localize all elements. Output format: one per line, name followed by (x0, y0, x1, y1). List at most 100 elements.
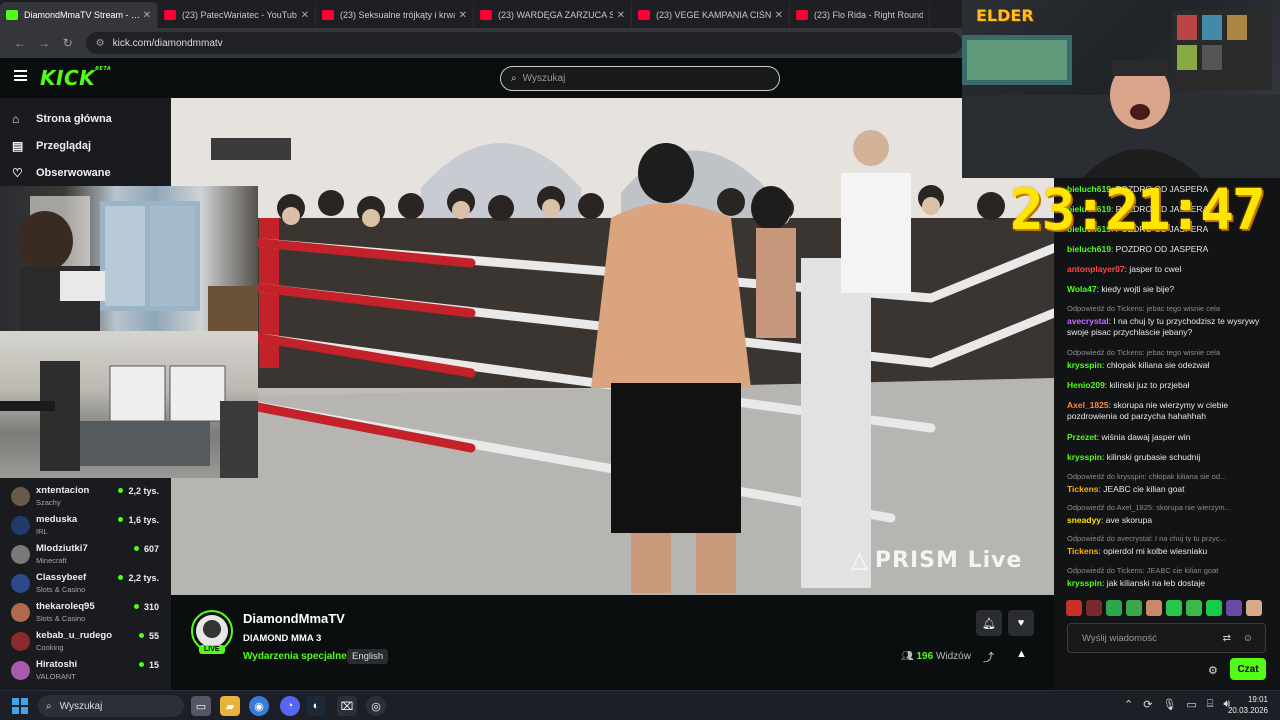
sidebar-channel[interactable]: Hiratoshi VALORANT 15 (11, 658, 163, 686)
chat-input[interactable]: Wyślij wiadomość ⇄ ☺ (1067, 623, 1266, 653)
share-icon[interactable]: ⤴ (983, 649, 994, 665)
network-icon[interactable]: ⌸ (1207, 698, 1214, 711)
app-icon[interactable]: ⌧ (337, 696, 357, 716)
close-icon[interactable]: ✕ (301, 10, 309, 21)
sidebar-channel[interactable]: meduska IRL 1,6 tys. (11, 513, 163, 541)
send-chat-button[interactable]: Czat (1230, 658, 1266, 680)
chat-username[interactable]: avecrystal (1067, 316, 1109, 326)
sidebar-item-label: Strona główna (36, 113, 112, 125)
chat-username[interactable]: krysspin (1067, 360, 1102, 370)
chat-username[interactable]: Henio209 (1067, 380, 1105, 390)
chevron-up-icon[interactable]: ⌃ (1124, 698, 1133, 711)
emote-icon[interactable] (1146, 600, 1162, 616)
chat-username[interactable]: Wola47 (1067, 284, 1097, 294)
report-icon[interactable]: ▲ (1016, 648, 1027, 660)
emote-icon[interactable] (1086, 600, 1102, 616)
clock-date: 20.03.2026 (1227, 706, 1268, 715)
viewer-count: 👥︎ 196 Widzów (901, 651, 971, 662)
steam-icon[interactable]: ◐ (306, 696, 326, 716)
windows-start-icon[interactable] (12, 698, 28, 714)
stream-title: DIAMOND MMA 3 (243, 633, 322, 644)
youtube-favicon-icon (480, 10, 492, 20)
sidebar-item-following[interactable]: ♡ Obserwowane (12, 166, 111, 180)
boxing-ring-scene (171, 98, 1054, 595)
emote-icon[interactable] (1206, 600, 1222, 616)
notification-button[interactable]: 🔔︎ (976, 610, 1002, 636)
close-icon[interactable]: ✕ (143, 10, 151, 21)
discord-icon[interactable]: ◔ (280, 696, 300, 716)
task-view-icon[interactable]: ▭ (191, 696, 211, 716)
emote-icon[interactable] (1066, 600, 1082, 616)
sidebar-channel[interactable]: Classybeef Slots & Casino 2,2 tys. (11, 571, 163, 599)
kick-logo[interactable]: KICKBETA (40, 66, 111, 90)
sidebar-item-home[interactable]: ⌂ Strona główna (12, 112, 112, 126)
chat-message: antonplayer07: jasper to cwel (1067, 264, 1275, 275)
chrome-icon[interactable]: ◉ (249, 696, 269, 716)
chat-username[interactable]: bieluch619 (1067, 244, 1111, 254)
chat-message: sneadyy: ave skorupa (1067, 515, 1275, 526)
search-icon: ⌕ (511, 73, 517, 84)
chat-username[interactable]: Tickens (1067, 546, 1099, 556)
close-icon[interactable]: ✕ (459, 10, 467, 21)
webcam-overlay-room (0, 186, 258, 331)
taskbar-clock[interactable]: 19:01 20.03.2026 (1224, 694, 1268, 716)
streamer-name[interactable]: DiamondMmaTV (243, 611, 345, 626)
gear-icon[interactable]: ⚙ (1208, 664, 1218, 677)
file-explorer-icon[interactable]: ▰ (220, 696, 240, 716)
emote-icon[interactable] (1166, 600, 1182, 616)
sync-icon[interactable]: ⟳ (1143, 698, 1152, 711)
obs-icon[interactable]: ◎ (366, 696, 386, 716)
sidebar-channel[interactable]: Mlodziutki7 Minecraft 607 (11, 542, 163, 570)
browser-tab-1[interactable]: (23) PatecWariatec - YouTube ✕ (158, 2, 316, 28)
chat-username[interactable]: Przezet (1067, 432, 1097, 442)
stream-category[interactable]: Wydarzenia specjalne (243, 651, 347, 662)
reload-icon[interactable]: ↻ (56, 36, 80, 50)
video-player[interactable]: △ PRISM Live (171, 98, 1054, 595)
browser-tab-2[interactable]: (23) Seksualne trójkąty i krwaw ✕ (316, 2, 474, 28)
close-icon[interactable]: ✕ (617, 10, 625, 21)
sidebar-channel[interactable]: kebab_u_rudego Cooking 55 (11, 629, 163, 657)
chat-text: kilinski grubasie schudnij (1106, 452, 1201, 462)
chat-username[interactable]: Axel_1825 (1067, 400, 1109, 410)
back-icon[interactable]: ← (8, 36, 32, 50)
emote-icon[interactable] (1226, 600, 1242, 616)
channel-category: Cooking (36, 643, 64, 652)
emoji-icon[interactable]: ☺ (1243, 633, 1253, 644)
browser-tab-0[interactable]: DiamondMmaTV Stream - … ✕ (0, 2, 158, 28)
chat-username[interactable]: krysspin (1067, 578, 1102, 588)
chat-username[interactable]: antonplayer07 (1067, 264, 1125, 274)
chat-message: Tickens: JEABC cie kilian goat (1067, 484, 1275, 495)
translate-icon[interactable]: ⇄ (1223, 633, 1231, 644)
emote-icon[interactable] (1126, 600, 1142, 616)
menu-icon[interactable] (14, 70, 27, 81)
emote-icon[interactable] (1106, 600, 1122, 616)
sidebar-channel[interactable]: thekaroleq95 Slots & Casino 310 (11, 600, 163, 628)
browser-tab-5[interactable]: (23) Flo Rida - Right Round (fe (790, 2, 930, 28)
browser-tab-3[interactable]: (23) WARDĘGA ZARZUCA SZAL ✕ (474, 2, 632, 28)
chat-text: opierdol mi kolbe wiesniaku (1103, 546, 1208, 556)
display-icon[interactable]: ▭ (1186, 698, 1196, 711)
chat-username[interactable]: Tickens (1067, 484, 1099, 494)
search-input[interactable]: ⌕ Wyszukaj (500, 66, 780, 91)
chat-username[interactable]: krysspin (1067, 452, 1102, 462)
taskbar-search[interactable]: ⌕ Wyszukaj (38, 695, 184, 717)
browser-tab-4[interactable]: (23) VEGE KAMPANIA CIŚNIENI ✕ (632, 2, 790, 28)
avatar (11, 632, 30, 651)
language-tag[interactable]: English (347, 649, 389, 664)
channel-name: thekaroleq95 (36, 601, 95, 612)
site-info-icon[interactable]: ⚙ (96, 38, 105, 49)
chat-reply-context: Odpowiedź do avecrystal: I na chuj ty tu… (1067, 534, 1226, 543)
url-field[interactable]: ⚙ kick.com/diamondmmatv (85, 32, 962, 54)
emote-icon[interactable] (1186, 600, 1202, 616)
chat-username[interactable]: sneadyy (1067, 515, 1101, 525)
follow-button[interactable]: ♥ (1008, 610, 1034, 636)
webcam-livingroom-scene (0, 361, 258, 478)
sidebar-item-browse[interactable]: ▤ Przeglądaj (12, 139, 91, 153)
chat-text: JEABC cie kilian goat (1103, 484, 1185, 494)
sidebar-channel[interactable]: xntentacion Szachy 2,2 tys. (11, 484, 163, 512)
emote-icon[interactable] (1246, 600, 1262, 616)
forward-icon[interactable]: → (32, 36, 56, 50)
microphone-icon[interactable]: 🎙︎ (1162, 698, 1176, 711)
heart-icon: ♥ (1017, 617, 1025, 629)
close-icon[interactable]: ✕ (775, 10, 783, 21)
